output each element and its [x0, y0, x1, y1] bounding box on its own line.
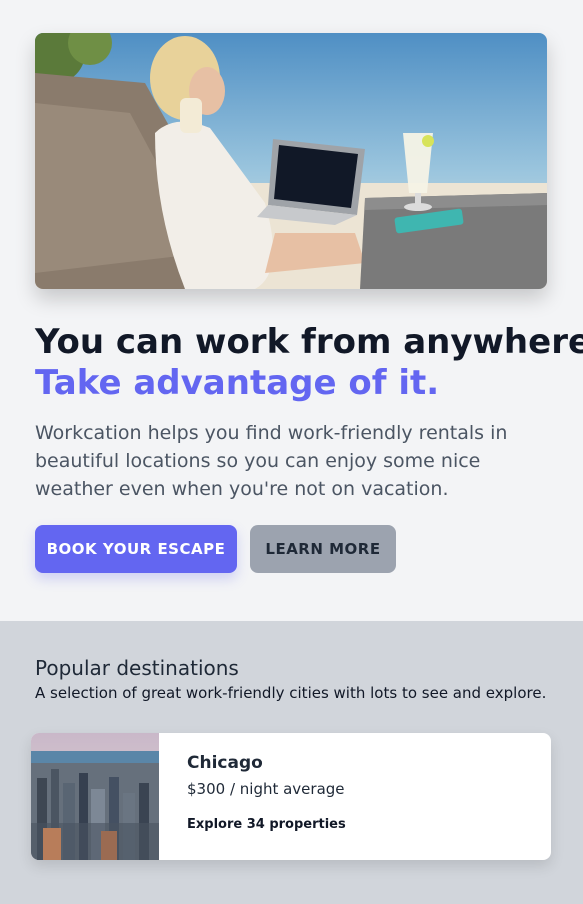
headline-accent-text: Take advantage of it. [35, 363, 440, 403]
popular-destinations-section: Popular destinations A selection of grea… [0, 621, 583, 904]
hero-section: You can work from anywhere. Take advanta… [0, 0, 583, 621]
hero-beach-photo [35, 33, 547, 289]
section-title: Popular destinations [35, 656, 239, 680]
explore-properties-link[interactable]: Explore 34 properties [187, 817, 346, 832]
hero-headline: You can work from anywhere. Take advanta… [35, 322, 583, 404]
chicago-skyline-photo [31, 733, 159, 860]
section-subtitle: A selection of great work-friendly citie… [35, 684, 547, 702]
destination-card-body: Chicago $300 / night average Explore 34 … [187, 753, 346, 832]
destination-card-chicago[interactable]: Chicago $300 / night average Explore 34 … [31, 733, 551, 860]
destination-price: $300 / night average [187, 780, 345, 798]
destination-city: Chicago [187, 753, 263, 773]
headline-text: You can work from anywhere. [35, 322, 583, 362]
book-escape-button[interactable]: Book your escape [35, 525, 237, 573]
learn-more-button[interactable]: Learn more [250, 525, 396, 573]
hero-description: Workcation helps you find work-friendly … [35, 422, 508, 500]
